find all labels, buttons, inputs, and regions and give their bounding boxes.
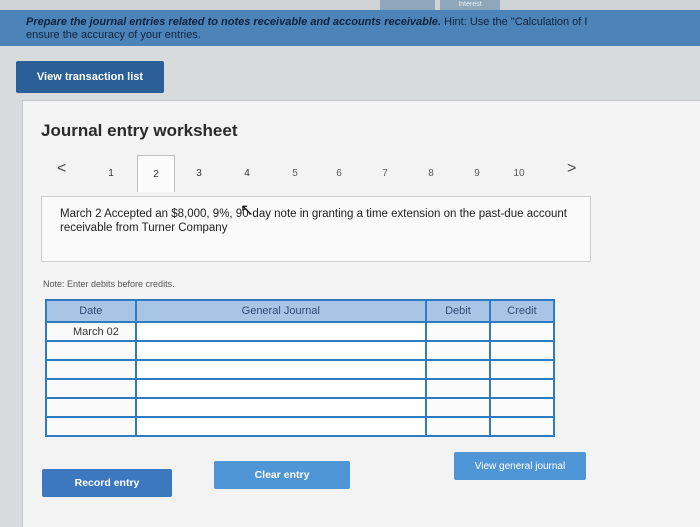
instruction-hint: Hint: Use the "Calculation of I [441, 16, 588, 28]
date-cell[interactable] [45, 340, 137, 361]
table-row [45, 397, 556, 418]
debit-cell[interactable] [424, 378, 491, 399]
page-tab-5[interactable]: 5 [277, 156, 313, 190]
credit-cell[interactable] [488, 378, 556, 399]
top-tab-receivables[interactable] [380, 0, 435, 10]
account-cell[interactable] [134, 416, 427, 437]
page-tab-7[interactable]: 7 [367, 156, 403, 190]
page-tab-3[interactable]: 3 [181, 156, 217, 190]
credit-cell[interactable] [488, 340, 556, 361]
account-cell[interactable] [134, 397, 427, 418]
account-cell[interactable] [134, 321, 427, 342]
worksheet-title: Journal entry worksheet [41, 121, 238, 140]
date-cell[interactable]: March 02 [45, 321, 137, 342]
page-tab-9[interactable]: 9 [459, 156, 495, 190]
date-cell[interactable] [45, 378, 137, 399]
instruction-line2: ensure the accuracy of your entries. [26, 29, 201, 41]
credit-cell[interactable] [488, 321, 556, 342]
clear-entry-button[interactable]: Clear entry [214, 461, 350, 489]
date-cell[interactable] [45, 416, 137, 437]
prev-page-icon[interactable]: < [57, 160, 66, 178]
page-tab-2[interactable]: 2 [137, 155, 175, 192]
top-strip: Interest [0, 0, 700, 10]
transaction-description: March 2 Accepted an $8,000, 9%, 90-day n… [41, 196, 591, 262]
column-header-debit: Debit [424, 299, 491, 323]
next-page-icon[interactable]: > [567, 160, 576, 178]
credit-cell[interactable] [488, 359, 556, 380]
table-row [45, 378, 556, 399]
view-transaction-list-button[interactable]: View transaction list [16, 61, 164, 93]
debit-cell[interactable] [424, 321, 491, 342]
top-tab-interest[interactable]: Interest [440, 0, 500, 10]
table-row: March 02 [45, 321, 556, 342]
page-tab-1[interactable]: 1 [93, 156, 129, 190]
table-row [45, 359, 556, 380]
table-row [45, 340, 556, 361]
entry-note: Note: Enter debits before credits. [43, 279, 175, 289]
date-cell[interactable] [45, 397, 137, 418]
journal-entry-worksheet: Journal entry worksheet < 1 2 3 4 5 6 7 … [22, 100, 700, 527]
account-cell[interactable] [134, 378, 427, 399]
instruction-text: Prepare the journal entries related to n… [26, 16, 442, 28]
worksheet-pager: < 1 2 3 4 5 6 7 8 9 10 > [37, 155, 607, 194]
account-cell[interactable] [134, 340, 427, 361]
journal-entry-table: Date General Journal Debit Credit March … [45, 299, 556, 437]
debit-cell[interactable] [424, 416, 491, 437]
view-general-journal-button[interactable]: View general journal [454, 452, 586, 480]
credit-cell[interactable] [488, 397, 556, 418]
credit-cell[interactable] [488, 416, 556, 437]
page-tab-6[interactable]: 6 [321, 156, 357, 190]
column-header-general-journal: General Journal [134, 299, 427, 323]
date-cell[interactable] [45, 359, 137, 380]
page-tab-4[interactable]: 4 [229, 156, 265, 190]
column-header-date: Date [45, 299, 137, 323]
debit-cell[interactable] [424, 340, 491, 361]
page-tab-8[interactable]: 8 [413, 156, 449, 190]
table-row [45, 416, 556, 437]
record-entry-button[interactable]: Record entry [42, 469, 172, 497]
account-cell[interactable] [134, 359, 427, 380]
mouse-cursor-icon: ↖ [240, 202, 254, 219]
debit-cell[interactable] [424, 397, 491, 418]
debit-cell[interactable] [424, 359, 491, 380]
page-tab-10[interactable]: 10 [501, 156, 537, 190]
column-header-credit: Credit [488, 299, 556, 323]
instruction-bar: Prepare the journal entries related to n… [0, 10, 700, 46]
